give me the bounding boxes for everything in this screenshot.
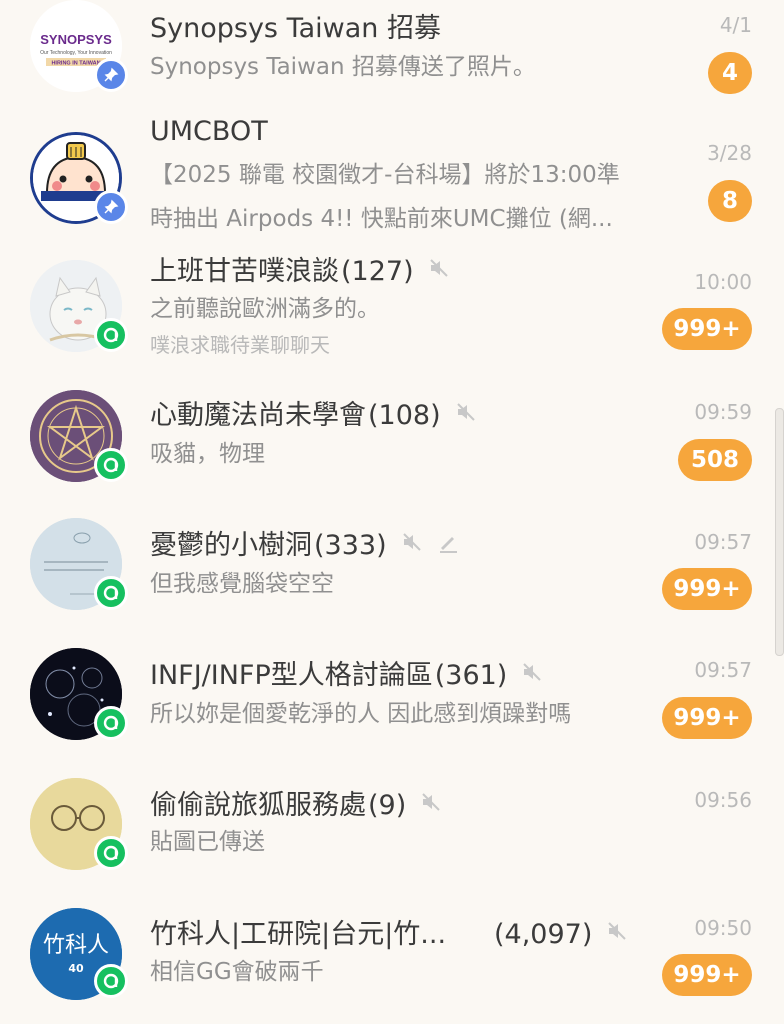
pin-icon [94,190,128,224]
mute-icon [606,917,628,951]
member-count: (127) [341,256,414,287]
chat-preview-line1: 【2025 聯電 校園徵才-台科場】將於13:00準 [150,162,620,188]
unread-badge: 999+ [662,954,752,996]
member-count: (108) [368,400,441,431]
chat-title-line: 上班甘苦噗浪談(127) [150,255,450,290]
chat-title-line: 心動魔法尚未學會(108) [150,399,477,434]
chat-date: 3/28 [707,141,752,165]
chat-row-fox-travel[interactable]: 偷偷說旅狐服務處(9) 貼圖已傳送 09:56 [0,765,784,890]
avatar-tagline-text: Our Technology, Your Innovation [40,50,112,56]
chat-row-infj-infp[interactable]: INFJ/INFP型人格討論區(361) 所以妳是個愛乾淨的人 因此感到煩躁對嗎… [0,635,784,765]
chat-time: 09:57 [694,530,752,554]
unread-badge: 999+ [662,568,752,610]
member-count: (361) [434,660,508,691]
member-count: (333) [314,530,387,561]
chat-preview: 之前聽說歐洲滿多的。 [150,296,380,322]
avatar-brand-text: SYNOPSYS [40,32,112,47]
chat-title: UMCBOT [150,116,268,147]
pin-icon [94,58,128,92]
chat-preview-line2: 時抽出 Airpods 4!! 快點前來UMC攤位 (網... [150,206,613,232]
chat-preview: 所以妳是個愛乾淨的人 因此感到煩躁對嗎 [150,701,572,727]
mute-icon [521,658,543,692]
chat-title-tail: (4,097) [494,918,628,953]
openchat-icon [94,448,128,482]
member-count: (9) [368,790,407,821]
openchat-icon [94,706,128,740]
mute-icon [455,398,477,432]
mute-icon [428,254,450,288]
mute-icon [420,788,442,822]
chat-preview: Synopsys Taiwan 招募傳送了照片。 [150,54,536,80]
chat-title: Synopsys Taiwan 招募 [150,13,441,44]
chat-time: 09:59 [694,400,752,424]
avatar-sub-text: 40 [68,962,84,975]
unread-badge: 999+ [662,308,752,350]
chat-list: SYNOPSYS Our Technology, Your Innovation… [0,0,784,1024]
chat-title-line: 憂鬱的小樹洞(333) [150,529,459,564]
chat-title: 竹科人|工研院|台元|竹... [150,919,447,950]
chat-title: INFJ/INFP型人格討論區 [150,660,433,691]
chat-row-work-talk[interactable]: 上班甘苦噗浪談(127) 之前聽說歐洲滿多的。 噗浪求職待業聊聊天 10:00 … [0,245,784,375]
chat-preview: 但我感覺腦袋空空 [150,571,334,597]
unread-badge: 8 [708,180,752,222]
mute-icon [401,528,423,562]
chat-time: 10:00 [694,270,752,294]
openchat-icon [94,964,128,998]
chat-title-line: 偷偷說旅狐服務處(9) [150,789,442,824]
chat-title: 偷偷說旅狐服務處 [150,790,366,821]
avatar-main-text: 竹科人 [43,933,109,958]
chat-title: 上班甘苦噗浪談 [150,256,339,287]
chat-row-tree-hole[interactable]: 憂鬱的小樹洞(333) 但我感覺腦袋空空 09:57 999+ [0,505,784,635]
chat-time: 09:57 [694,658,752,682]
chat-row-hsinchu-science[interactable]: 竹科人 40 竹科人|工研院|台元|竹... (4,097) 相信GG會破兩千 … [0,890,784,1024]
unread-badge: 508 [678,439,752,481]
chat-title-line: INFJ/INFP型人格討論區(361) [150,659,543,694]
chat-date: 4/1 [719,13,752,37]
chat-time: 09:50 [694,916,752,940]
chat-preview: 貼圖已傳送 [150,829,265,855]
chat-preview: 吸貓，物理 [150,441,265,467]
chat-row-magic[interactable]: 心動魔法尚未學會(108) 吸貓，物理 09:59 508 [0,375,784,505]
chat-row-umcbot[interactable]: UMCBOT 【2025 聯電 校園徵才-台科場】將於13:00準 時抽出 Ai… [0,105,784,245]
chat-title: 心動魔法尚未學會 [150,400,366,431]
chat-preview: 相信GG會破兩千 [150,959,324,985]
avatar-banner-text: HIRING IN TAIWAN [51,61,100,67]
scrollbar-handle[interactable] [775,408,784,656]
member-count: (4,097) [494,919,593,950]
openchat-icon [94,576,128,610]
openchat-icon [94,318,128,352]
unread-badge: 4 [708,52,752,94]
chat-title: 憂鬱的小樹洞 [150,530,312,561]
chat-row-synopsys[interactable]: SYNOPSYS Our Technology, Your Innovation… [0,0,784,105]
openchat-icon [94,836,128,870]
chat-subtitle: 噗浪求職待業聊聊天 [150,333,330,357]
draft-pencil-icon [437,528,459,562]
chat-time: 09:56 [694,788,752,812]
unread-badge: 999+ [662,697,752,739]
